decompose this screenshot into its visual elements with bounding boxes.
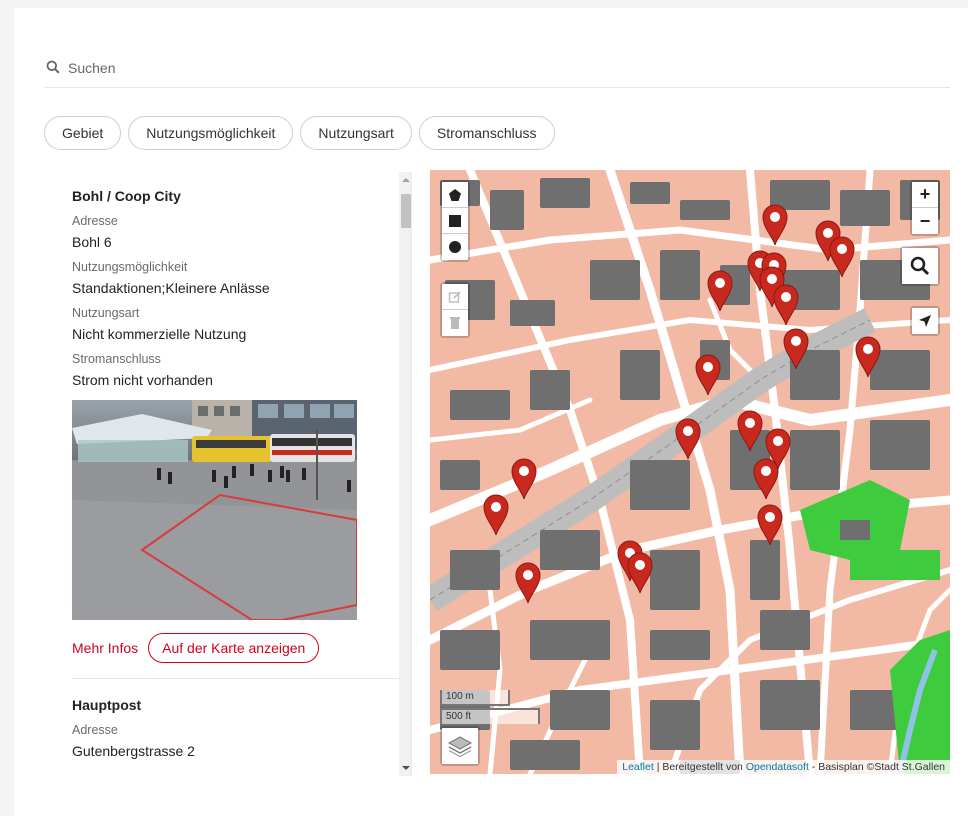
map-marker-icon[interactable]	[762, 204, 788, 246]
trash-icon[interactable]	[442, 310, 468, 336]
zoom-out-button[interactable]: −	[912, 208, 938, 234]
type-value: Nicht kommerzielle Nutzung	[72, 326, 247, 342]
list-scrollbar[interactable]	[399, 172, 411, 776]
zoom-in-button[interactable]: +	[912, 182, 938, 208]
map-marker-icon[interactable]	[753, 458, 779, 500]
map-marker-icon[interactable]	[829, 236, 855, 278]
location-photo	[72, 400, 357, 620]
edit-toolbar	[440, 282, 470, 338]
map-marker-icon[interactable]	[515, 562, 541, 604]
map-attribution: Leaflet | Bereitgestellt von Opendatasof…	[617, 760, 950, 774]
usage-value: Standaktionen;Kleinere Anlässe	[72, 280, 270, 296]
filter-stromanschluss-button[interactable]: Stromanschluss	[418, 116, 555, 150]
page-card: Gebiet Nutzungsmöglichkeit Nutzungsart S…	[14, 8, 968, 816]
search-icon	[910, 256, 930, 276]
scroll-thumb[interactable]	[401, 194, 411, 228]
filter-gebiet-button[interactable]: Gebiet	[44, 116, 122, 150]
usage-label: Nutzungsmöglichkeit	[72, 260, 188, 274]
map[interactable]: + − 100 m 500 ft Leaflet | Bereitgestell…	[430, 170, 950, 774]
map-search-button[interactable]	[902, 248, 938, 284]
edit-icon[interactable]	[442, 284, 468, 310]
draw-polygon-icon[interactable]	[442, 182, 468, 208]
map-marker-icon[interactable]	[695, 354, 721, 396]
show-on-map-button[interactable]: Auf der Karte anzeigen	[148, 633, 320, 663]
filter-chips: Gebiet Nutzungsmöglichkeit Nutzungsart S…	[44, 116, 555, 150]
results-list[interactable]: Bohl / Coop City Adresse Bohl 6 Nutzungs…	[44, 172, 412, 776]
scroll-up-arrow-icon[interactable]	[399, 172, 411, 188]
map-marker-icon[interactable]	[737, 410, 763, 452]
draw-rectangle-icon[interactable]	[442, 208, 468, 234]
map-search-control	[900, 246, 940, 286]
power-label: Stromanschluss	[72, 352, 161, 366]
layers-icon	[447, 736, 473, 758]
map-marker-icon[interactable]	[707, 270, 733, 312]
map-marker-icon[interactable]	[773, 284, 799, 326]
search-icon	[46, 60, 62, 76]
entry-title: Bohl / Coop City	[72, 188, 181, 204]
more-info-link[interactable]: Mehr Infos	[72, 640, 138, 656]
map-marker-icon[interactable]	[855, 336, 881, 378]
locate-button[interactable]	[912, 308, 938, 334]
map-marker-icon[interactable]	[783, 328, 809, 370]
map-marker-icon[interactable]	[483, 494, 509, 536]
search-bar[interactable]	[44, 48, 950, 88]
zoom-controls: + −	[910, 180, 940, 236]
location-arrow-icon	[919, 315, 931, 327]
draw-circle-icon[interactable]	[442, 234, 468, 260]
attribution-basemap: - Basisplan ©Stadt St.Gallen	[808, 761, 945, 773]
map-tiles	[430, 170, 950, 774]
map-marker-icon[interactable]	[511, 458, 537, 500]
address-label: Adresse	[72, 723, 118, 737]
type-label: Nutzungsart	[72, 306, 140, 320]
map-marker-icon[interactable]	[675, 418, 701, 460]
opendatasoft-link[interactable]: Opendatasoft	[746, 761, 809, 773]
scroll-down-arrow-icon[interactable]	[399, 760, 411, 776]
draw-toolbar	[440, 180, 470, 262]
entry-title: Hauptpost	[72, 697, 142, 713]
filter-nutzungsmoeglichkeit-button[interactable]: Nutzungsmöglichkeit	[128, 116, 294, 150]
layers-button[interactable]	[442, 728, 478, 764]
search-input[interactable]	[68, 59, 668, 76]
address-label: Adresse	[72, 214, 118, 228]
leaflet-link[interactable]: Leaflet	[622, 761, 654, 773]
address-value: Gutenbergstrasse 2	[72, 743, 195, 759]
attribution-text: | Bereitgestellt von	[653, 761, 746, 773]
locate-control	[910, 306, 940, 336]
address-value: Bohl 6	[72, 234, 112, 250]
map-marker-icon[interactable]	[627, 552, 653, 594]
list-item: Hauptpost Adresse Gutenbergstrasse 2	[44, 679, 384, 765]
filter-nutzungsart-button[interactable]: Nutzungsart	[300, 116, 412, 150]
list-item: Bohl / Coop City Adresse Bohl 6 Nutzungs…	[44, 172, 411, 679]
layers-control	[440, 726, 480, 766]
scale-metric: 100 m	[440, 690, 510, 706]
scale-imperial: 500 ft	[440, 708, 540, 724]
power-value: Strom nicht vorhanden	[72, 372, 213, 388]
map-marker-icon[interactable]	[757, 504, 783, 546]
